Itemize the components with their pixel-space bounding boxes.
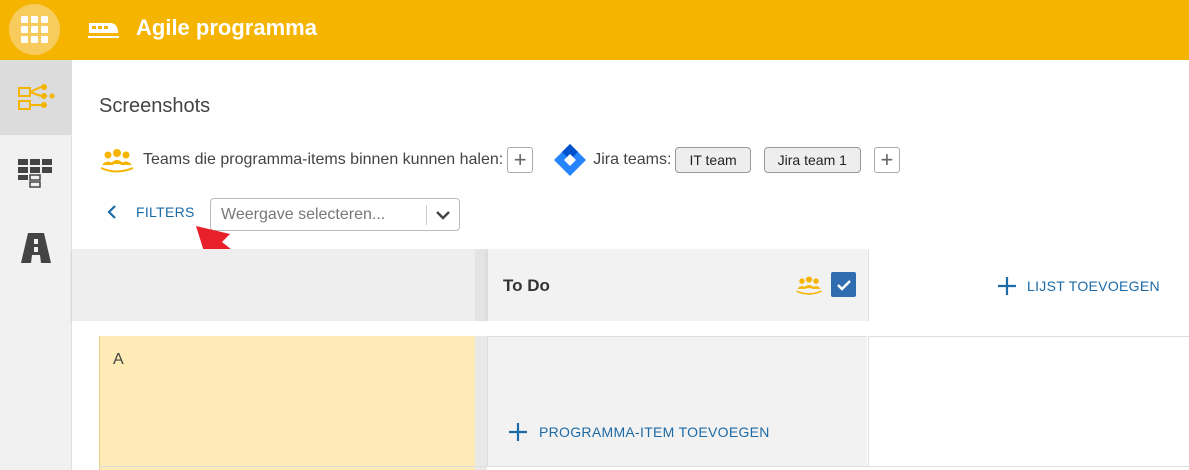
add-list-button[interactable]: LIJST TOEVOEGEN <box>997 276 1160 296</box>
page-title: Screenshots <box>99 95 211 117</box>
top-bar: Agile programma <box>0 0 1189 60</box>
jira-icon <box>554 144 587 176</box>
check-icon <box>836 279 851 291</box>
chevron-left-icon <box>107 205 116 219</box>
column-title: To Do <box>503 276 550 295</box>
add-list-column: LIJST TOEVOEGEN <box>868 249 1189 321</box>
row-header-a[interactable]: A <box>99 336 475 470</box>
teams-label: Teams die programma-items binnen kunnen … <box>143 151 504 168</box>
app-title: Agile programma <box>136 15 317 40</box>
row-header-column <box>72 249 475 321</box>
filters-toggle[interactable]: FILTERS <box>106 204 195 220</box>
add-list-label: LIJST TOEVOEGEN <box>1027 278 1160 294</box>
left-rail <box>0 60 72 470</box>
view-select-placeholder: Weergave selecteren... <box>221 205 386 223</box>
rail-item-road[interactable] <box>0 210 72 285</box>
todo-cell: PROGRAMMA-ITEM TOEVOEGEN <box>487 336 867 466</box>
chevron-down-icon <box>427 210 459 220</box>
row-bottom-border <box>99 466 1189 467</box>
plus-icon <box>998 277 1016 295</box>
row-divider <box>475 336 487 470</box>
team-icon <box>100 149 134 173</box>
row-label: A <box>113 351 124 368</box>
rail-item-hierarchy[interactable] <box>0 60 72 135</box>
team-icon <box>796 276 822 295</box>
board-icon <box>18 158 52 188</box>
add-team-button[interactable]: + <box>507 147 534 173</box>
row-indent <box>72 336 99 470</box>
empty-cell <box>868 336 1189 466</box>
teams-row: Teams die programma-items binnen kunnen … <box>99 144 900 176</box>
jira-teams-label: Jira teams: <box>593 151 672 168</box>
filters-label: FILTERS <box>136 204 195 220</box>
column-checkbox[interactable] <box>831 272 856 297</box>
hierarchy-icon <box>18 83 55 110</box>
train-icon <box>86 17 120 46</box>
apps-grid-icon[interactable] <box>9 4 60 55</box>
plus-icon <box>509 423 527 441</box>
column-header-todo: To Do <box>487 249 867 321</box>
jira-chip-jira-team-1[interactable]: Jira team 1 <box>763 147 861 173</box>
column-divider <box>475 249 487 321</box>
jira-chip-it-team[interactable]: IT team <box>675 147 751 173</box>
rail-item-board[interactable] <box>0 135 72 210</box>
road-icon <box>21 232 51 263</box>
add-jira-team-button[interactable]: + <box>873 147 900 173</box>
row-spacer <box>72 321 1189 335</box>
add-program-item-label: PROGRAMMA-ITEM TOEVOEGEN <box>539 424 770 440</box>
add-program-item-button[interactable]: PROGRAMMA-ITEM TOEVOEGEN <box>508 422 770 442</box>
